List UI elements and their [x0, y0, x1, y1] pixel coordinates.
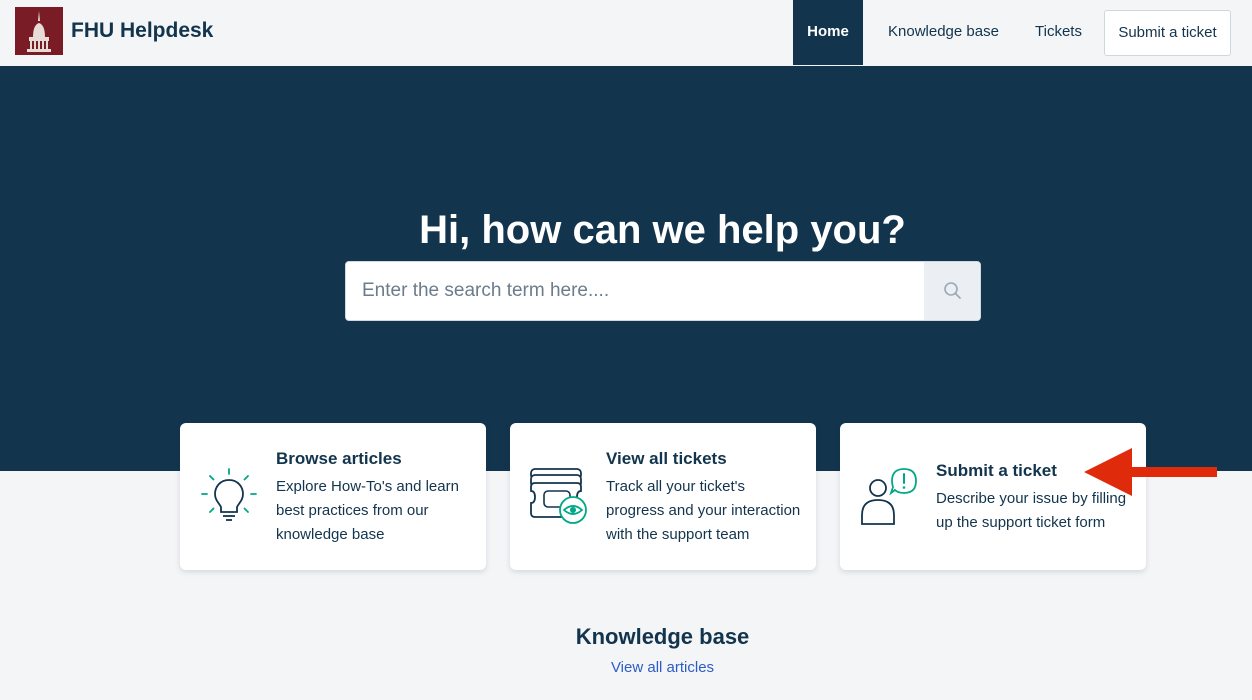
- red-arrow-icon: [1084, 448, 1217, 496]
- knowledge-base-title: Knowledge base: [575, 624, 750, 649]
- browse-articles-card[interactable]: Browse articles Explore How-To's and lea…: [180, 423, 486, 570]
- top-navigation-bar: FHU Helpdesk Home Knowledge base Tickets…: [0, 0, 1252, 66]
- nav-home[interactable]: Home: [793, 0, 863, 65]
- view-all-articles-link[interactable]: View all articles: [0, 659, 1252, 676]
- logo[interactable]: [15, 7, 63, 55]
- card-title: Submit a ticket: [936, 461, 1057, 480]
- card-description: Track all your ticket's progress and you…: [606, 478, 801, 543]
- search-box: [345, 261, 981, 321]
- search-icon: [944, 282, 961, 299]
- card-title: View all tickets: [606, 449, 727, 468]
- search-button[interactable]: [924, 262, 980, 320]
- nav-knowledge-base[interactable]: Knowledge base: [888, 0, 999, 65]
- submit-ticket-button[interactable]: Submit a ticket: [1104, 10, 1231, 56]
- card-description: Explore How-To's and learn best practice…: [276, 478, 459, 543]
- view-tickets-card[interactable]: View all tickets Track all your ticket's…: [510, 423, 816, 570]
- brand-name[interactable]: FHU Helpdesk: [71, 19, 213, 43]
- building-tower-icon: [15, 7, 63, 55]
- person-alert-icon: [861, 468, 917, 525]
- search-input[interactable]: [346, 262, 924, 320]
- card-title: Browse articles: [276, 449, 402, 468]
- tickets-eye-icon: [530, 468, 587, 524]
- lightbulb-icon: [201, 468, 257, 521]
- nav-tickets[interactable]: Tickets: [1035, 0, 1082, 65]
- hero-banner: Hi, how can we help you?: [0, 66, 1252, 471]
- hero-title: Hi, how can we help you?: [419, 208, 906, 252]
